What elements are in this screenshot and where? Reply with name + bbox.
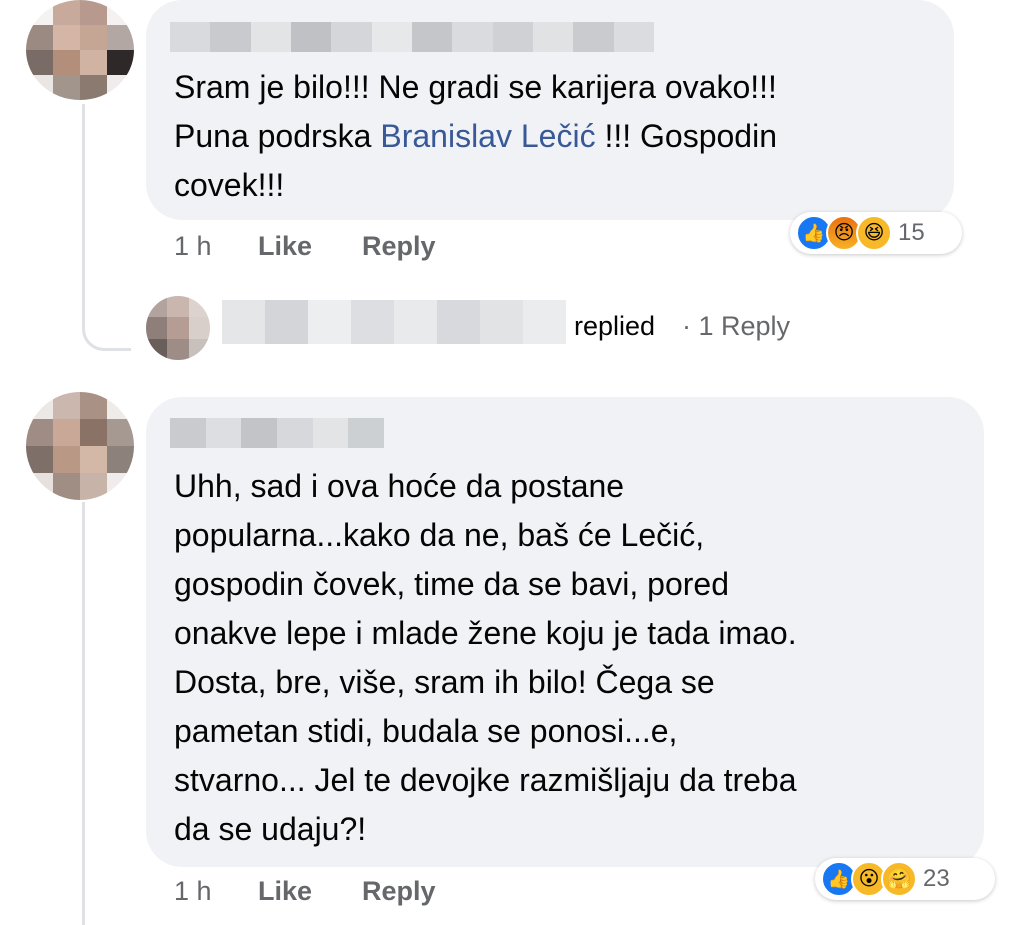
reaction-count: 23 [923, 865, 950, 892]
thread-line [82, 502, 85, 925]
comment-timestamp[interactable]: 1 h [174, 876, 212, 907]
replier-name-blurred[interactable] [222, 300, 566, 344]
reaction-count: 15 [898, 219, 925, 246]
comment-text: Uhh, sad i ova hoće da postane popularna… [174, 468, 797, 847]
reply-button[interactable]: Reply [362, 876, 436, 907]
mention-link[interactable]: Branislav Lečić [380, 118, 595, 154]
comment-text: Sram je bilo!!! Ne gradi se karijera ova… [174, 69, 777, 203]
avatar[interactable] [26, 392, 134, 500]
thread-line [82, 104, 131, 351]
avatar[interactable] [146, 296, 210, 360]
avatar[interactable] [26, 0, 134, 100]
like-button[interactable]: Like [258, 231, 312, 262]
haha-icon: 😆 [856, 215, 892, 251]
view-replies-link[interactable]: · 1 Reply [682, 311, 790, 342]
reply-button[interactable]: Reply [362, 231, 436, 262]
reactions-summary[interactable]: 👍 😮 🤗 23 [815, 858, 995, 900]
like-button[interactable]: Like [258, 876, 312, 907]
commenter-name-blurred[interactable] [170, 22, 654, 52]
commenter-name-blurred[interactable] [170, 418, 384, 448]
comment-timestamp[interactable]: 1 h [174, 231, 212, 262]
reactions-summary[interactable]: 👍 😠 😆 15 [790, 212, 962, 254]
replied-label[interactable]: replied [574, 311, 655, 342]
care-icon: 🤗 [881, 861, 917, 897]
